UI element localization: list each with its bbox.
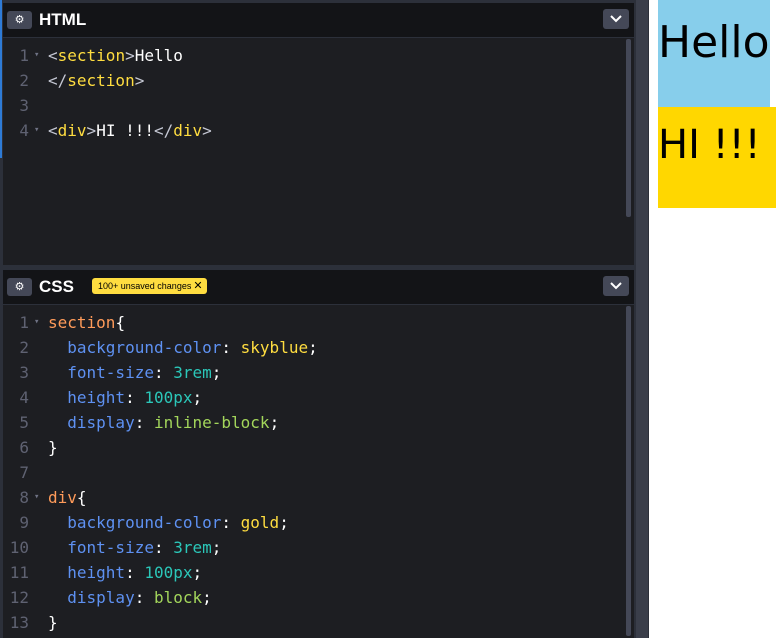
line-number: 3 (19, 96, 29, 115)
css-code-line[interactable]: 6} (3, 435, 603, 460)
css-code-line[interactable]: 10 font-size: 3rem; (3, 535, 603, 560)
html-panel-title: HTML (39, 10, 87, 29)
html-code-line[interactable]: 3 (3, 93, 603, 118)
line-number: 7 (19, 463, 29, 482)
badge-label: 100+ unsaved changes (98, 281, 192, 291)
html-scrollbar[interactable] (626, 39, 631, 217)
chevron-down-icon (610, 282, 622, 290)
code-text: display: block; (67, 588, 212, 607)
css-editor-panel: ⚙ CSS 100+ unsaved changes ✕ 1 ▾ section{ 2 … (3, 270, 634, 638)
code-text: background-color: gold; (67, 513, 289, 532)
line-number: 1 (19, 46, 29, 65)
code-text: section{ (48, 313, 126, 332)
css-panel-header: ⚙ CSS 100+ unsaved changes ✕ (3, 270, 634, 305)
css-code-line[interactable]: 3 font-size: 3rem; (3, 360, 603, 385)
fold-arrow-icon[interactable]: ▾ (34, 118, 39, 143)
line-number: 5 (19, 413, 29, 432)
html-code-area[interactable]: 1 ▾ <section>Hello 2 </section> 3 4 ▾ <div>HI !!… (3, 39, 634, 265)
code-text: height: 100px; (67, 563, 203, 582)
line-number: 11 (9, 563, 29, 582)
code-text: } (48, 438, 58, 457)
close-icon[interactable]: ✕ (193, 280, 202, 292)
fold-arrow-icon[interactable]: ▾ (34, 310, 39, 335)
css-code-line[interactable]: 2 background-color: skyblue; (3, 335, 603, 360)
code-text: div{ (48, 488, 87, 507)
line-number: 10 (9, 538, 29, 557)
preview-div-block: HI !!! (658, 107, 776, 208)
gear-icon[interactable]: ⚙ (7, 278, 32, 296)
line-number: 13 (9, 613, 29, 632)
code-text: <div>HI !!!</div> (48, 121, 212, 140)
code-text: display: inline-block; (67, 413, 280, 432)
code-text: font-size: 3rem; (67, 363, 222, 382)
code-text: } (48, 613, 58, 632)
fold-arrow-icon[interactable]: ▾ (34, 485, 39, 510)
line-number: 9 (19, 513, 29, 532)
unsaved-changes-badge[interactable]: 100+ unsaved changes ✕ (92, 278, 207, 294)
gear-icon[interactable]: ⚙ (7, 11, 32, 29)
css-code-line[interactable]: 13} (3, 610, 603, 635)
css-code-area[interactable]: 1 ▾ section{2 background-color: skyblue; 3 … (3, 306, 634, 638)
css-code-line[interactable]: 5 display: inline-block; (3, 410, 603, 435)
html-panel-header: ⚙ HTML (3, 3, 634, 38)
preview-resize-handle[interactable] (636, 0, 648, 638)
css-panel-title: CSS (39, 277, 74, 296)
css-code-line[interactable]: 1 ▾ section{ (3, 310, 603, 335)
focus-accent-bar (0, 0, 2, 158)
code-text: height: 100px; (67, 388, 203, 407)
code-text: background-color: skyblue; (67, 338, 318, 357)
chevron-down-icon (610, 15, 622, 23)
line-number: 1 (19, 313, 29, 332)
css-code-line[interactable]: 4 height: 100px; (3, 385, 603, 410)
line-number: 4 (19, 388, 29, 407)
line-number: 12 (9, 588, 29, 607)
html-code-line[interactable]: 4 ▾ <div>HI !!!</div> (3, 118, 603, 143)
code-text: </section> (48, 71, 145, 90)
html-collapse-button[interactable] (603, 9, 629, 29)
html-code-line[interactable]: 1 ▾ <section>Hello (3, 43, 603, 68)
line-number: 2 (19, 71, 29, 90)
html-code-line[interactable]: 2 </section> (3, 68, 603, 93)
css-code-line[interactable]: 11 height: 100px; (3, 560, 603, 585)
css-code-line[interactable]: 8 ▾ div{ (3, 485, 603, 510)
css-code-line[interactable]: 12 display: block; (3, 585, 603, 610)
preview-pane: Hello HI !!! (648, 0, 776, 638)
line-number: 4 (19, 121, 29, 140)
code-text: font-size: 3rem; (67, 538, 222, 557)
css-code-line[interactable]: 9 background-color: gold; (3, 510, 603, 535)
html-editor-panel: ⚙ HTML 1 ▾ <section>Hello 2 </section> 3 4 ▾ <di… (3, 3, 634, 265)
line-number: 8 (19, 488, 29, 507)
editor-column: ⚙ HTML 1 ▾ <section>Hello 2 </section> 3 4 ▾ <di… (0, 0, 636, 638)
line-number: 2 (19, 338, 29, 357)
line-number: 6 (19, 438, 29, 457)
code-text: <section>Hello (48, 46, 183, 65)
css-code-line[interactable]: 7 (3, 460, 603, 485)
line-number: 3 (19, 363, 29, 382)
css-scrollbar[interactable] (626, 306, 631, 636)
fold-arrow-icon[interactable]: ▾ (34, 43, 39, 68)
css-collapse-button[interactable] (603, 276, 629, 296)
preview-section-block: Hello (658, 0, 770, 107)
